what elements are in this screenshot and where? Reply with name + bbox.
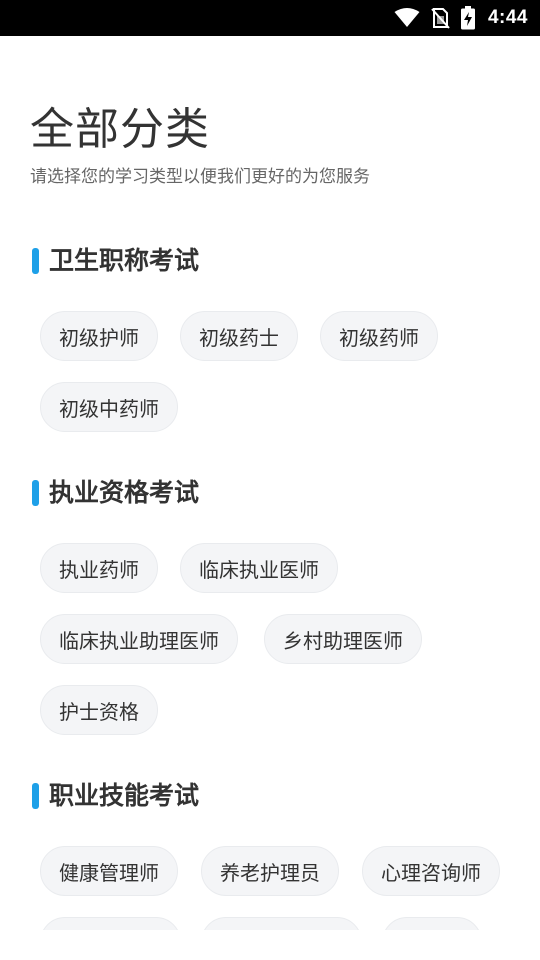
category-page: 全部分类 请选择您的学习类型以便我们更好的为您服务 卫生职称考试 初级护师 初级… xyxy=(0,36,540,930)
category-chip[interactable]: 乡村助理医师 xyxy=(264,614,422,664)
section-title-health-title: 卫生职称考试 xyxy=(32,245,199,277)
status-time: 4:44 xyxy=(487,7,528,28)
category-chip[interactable]: 初级中药师 xyxy=(40,382,178,432)
category-chip[interactable]: 初级护师 xyxy=(40,311,158,361)
section-label: 职业技能考试 xyxy=(49,781,200,810)
category-chip[interactable]: 临床执业助理医师 xyxy=(40,614,238,664)
section-accent-bar xyxy=(32,783,39,809)
section-label: 执业资格考试 xyxy=(49,478,200,507)
category-chip[interactable]: 初级药士 xyxy=(180,311,298,361)
category-chip[interactable]: 心理咨询师 xyxy=(362,846,500,896)
category-chip[interactable]: 初级药师 xyxy=(320,311,438,361)
category-chip-partial[interactable] xyxy=(382,917,482,930)
wifi-icon xyxy=(394,8,420,28)
section-accent-bar xyxy=(32,480,39,506)
battery-charging-icon xyxy=(460,6,476,30)
section-title-skills: 职业技能考试 xyxy=(32,780,199,812)
category-chip[interactable]: 护士资格 xyxy=(40,685,158,735)
page-subtitle: 请选择您的学习类型以便我们更好的为您服务 xyxy=(30,167,370,187)
section-accent-bar xyxy=(32,248,39,274)
category-chip[interactable]: 临床执业医师 xyxy=(180,543,338,593)
page-title: 全部分类 xyxy=(30,104,210,155)
category-chip-partial[interactable] xyxy=(40,917,181,930)
section-title-license: 执业资格考试 xyxy=(32,477,199,509)
bottom-area xyxy=(0,930,540,960)
no-sim-icon xyxy=(430,7,450,29)
category-chip[interactable]: 养老护理员 xyxy=(201,846,339,896)
category-chip[interactable]: 健康管理师 xyxy=(40,846,178,896)
category-chip[interactable]: 执业药师 xyxy=(40,543,158,593)
status-bar: 4:44 xyxy=(0,0,540,36)
category-chip-partial[interactable] xyxy=(201,917,362,930)
section-label: 卫生职称考试 xyxy=(49,246,200,275)
